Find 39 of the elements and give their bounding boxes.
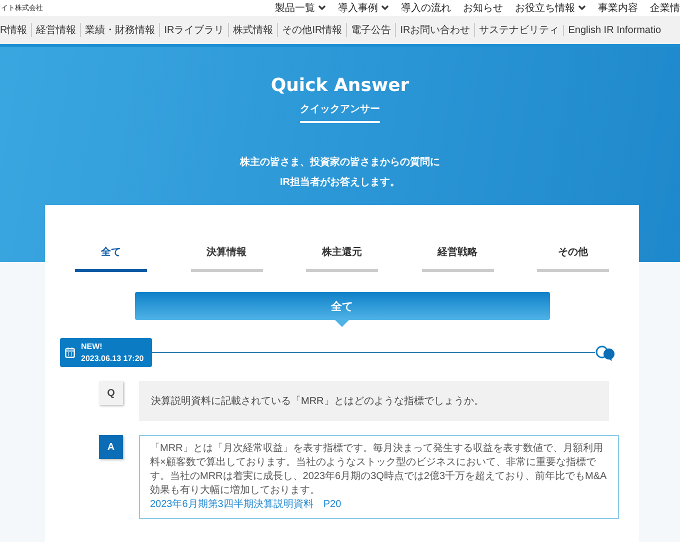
chevron-down-icon [318, 5, 326, 11]
nav-link[interactable]: 製品一覧 [275, 1, 326, 15]
category-tab[interactable]: その他 [537, 245, 609, 272]
category-tab[interactable]: 経営戦略 [422, 245, 494, 272]
page-title: Quick Answer [270, 75, 410, 96]
source-link[interactable]: 2023年6月期第3四半期決算説明資料 P20 [150, 498, 608, 512]
new-label: NEW! [81, 342, 104, 351]
category-tab[interactable]: 株主還元 [306, 245, 378, 272]
subnav-link[interactable]: サステナビリティ [474, 23, 564, 37]
subnav-link[interactable]: IRお問い合わせ [395, 23, 474, 37]
banner-pointer [335, 320, 349, 327]
calendar-icon [65, 347, 75, 358]
category-tab[interactable]: 決算情報 [190, 245, 262, 272]
answer-text: 「MRR」とは「月次経常収益」を表す指標です。毎月決まって発生する収益を表す数値で、月額利用料×顧客数で算出しております。当社のようなストック型のビジネスにおいて、非常に重要な指標です。当社のMRRは着実に成長し、2023年6月期の3Q時点では2億3千万を超えており、前年比でもM&A効果も有り大幅に増加しております。 [150, 442, 608, 498]
subnav-link[interactable]: IRライブラリ [159, 23, 228, 37]
chevron-down-icon [381, 5, 389, 11]
subnav-link[interactable]: English IR Informatio [563, 24, 666, 36]
nav-link[interactable]: 導入の流れ [401, 1, 451, 15]
nav-link[interactable]: お知らせ [463, 1, 503, 15]
subnav-link[interactable]: 株式情報 [228, 23, 278, 37]
nav-link[interactable]: 導入事例 [338, 1, 389, 15]
page-subtitle: クイックアンサー [300, 102, 380, 123]
nav-link[interactable]: 企業情 [650, 1, 680, 15]
subnav-link[interactable]: 業績・財務情報 [80, 23, 160, 37]
question-text: 決算説明資料に記載されている「MRR」とはどのような指標でしょうか。 [139, 381, 609, 421]
subnav-link[interactable]: 電子公告 [346, 23, 396, 37]
question-mark-label: Q [99, 381, 123, 405]
speech-bubbles-icon [595, 344, 617, 360]
nav-link[interactable]: 事業内容 [598, 1, 638, 15]
lead-text: IR担当者がお答えします。 [279, 176, 401, 190]
nav-link[interactable]: お役立ち情報 [515, 1, 586, 15]
answer-mark-label: A [99, 435, 123, 459]
lead-text: 株主の皆さま、投資家の皆さまからの質問に [240, 155, 440, 170]
subnav-link[interactable]: 経営情報 [31, 23, 80, 37]
subnav-link[interactable]: R情報 [0, 23, 32, 37]
chevron-down-icon [578, 5, 586, 11]
category-tab[interactable]: 全て [75, 245, 147, 272]
subnav-link[interactable]: その他IR情報 [277, 23, 346, 37]
post-date: 2023.06.13 17:20 [81, 354, 144, 363]
